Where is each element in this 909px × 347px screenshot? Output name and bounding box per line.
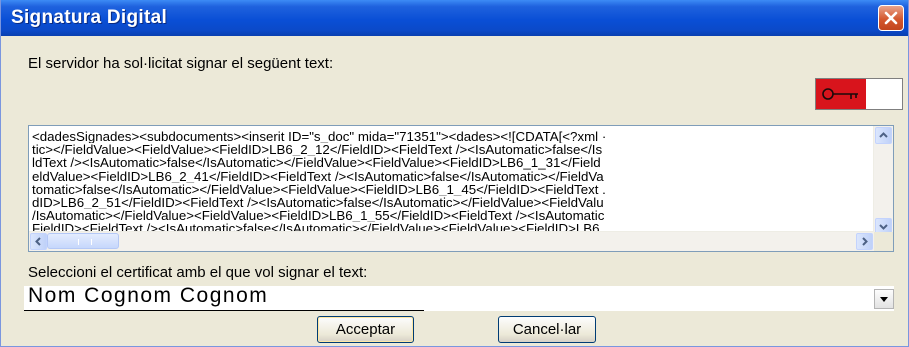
chevron-down-icon <box>880 297 888 302</box>
vertical-scrollbar[interactable] <box>873 126 893 236</box>
dropdown-button[interactable] <box>874 289 894 309</box>
text-line: eldValue><FieldID>LB6_2_41</FieldID><Fie… <box>32 169 604 183</box>
scrollbar-corner <box>874 232 893 251</box>
certificate-selected-value: Nom Cognom Cognom <box>28 284 269 307</box>
certificate-select[interactable]: Nom Cognom Cognom <box>24 284 894 311</box>
certificate-label: Seleccioni el certificat amb el que vol … <box>28 264 368 281</box>
text-line: dID>LB6_2_51</FieldID><FieldText /><IsAu… <box>32 196 604 210</box>
grip-icon <box>78 239 92 245</box>
horizontal-scroll-thumb[interactable] <box>47 233 119 249</box>
request-prompt: El servidor ha sol·licitat signar el seg… <box>28 55 334 72</box>
text-line: tic></FieldValue><FieldValue><FieldID>LB… <box>32 143 603 157</box>
key-badge <box>816 79 866 109</box>
text-line: tomatic>false</IsAutomatic></FieldValue>… <box>32 182 606 197</box>
text-line: <dadesSignades><subdocuments><inserit ID… <box>32 130 607 144</box>
text-line: /IsAutomatic></FieldValue><FieldValue><F… <box>32 209 605 223</box>
signed-text-content: <dadesSignades><subdocuments><inserit ID… <box>32 130 868 236</box>
signed-text-area[interactable]: <dadesSignades><subdocuments><inserit ID… <box>28 125 894 252</box>
cancel-button[interactable]: Cancel·lar <box>498 316 596 343</box>
close-button[interactable] <box>878 5 904 31</box>
arrow-right-icon <box>862 237 868 246</box>
scroll-right-button[interactable] <box>856 233 873 250</box>
combo-divider <box>24 310 424 311</box>
scroll-left-button[interactable] <box>30 233 47 250</box>
arrow-left-icon <box>35 237 41 246</box>
dialog-window: Signatura Digital El servidor ha sol·lic… <box>0 0 909 347</box>
text-line: ldText /><IsAutomatic>false</IsAutomatic… <box>32 156 601 170</box>
key-icon <box>815 78 903 110</box>
arrow-up-icon <box>879 132 888 138</box>
window-title: Signatura Digital <box>11 7 168 28</box>
horizontal-scrollbar[interactable] <box>29 231 874 251</box>
close-icon <box>884 11 898 25</box>
title-bar[interactable]: Signatura Digital <box>1 0 908 36</box>
accept-button[interactable]: Acceptar <box>317 316 414 343</box>
scroll-up-button[interactable] <box>875 127 892 144</box>
